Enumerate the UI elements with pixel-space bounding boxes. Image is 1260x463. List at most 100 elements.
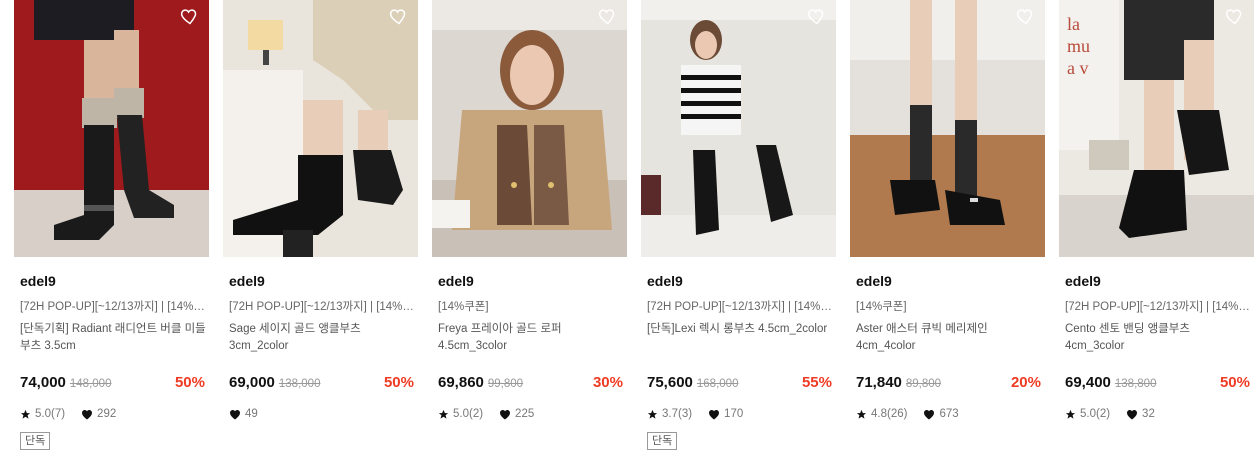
product-image[interactable] bbox=[641, 0, 836, 257]
wishlist-heart-icon[interactable] bbox=[807, 6, 827, 26]
likes-count: 292 bbox=[97, 408, 117, 420]
boots-photo bbox=[14, 0, 209, 257]
promo-text: [72H POP-UP][~12/13까지] | [14%쿠폰] bbox=[647, 301, 833, 313]
discount-rate: 50% bbox=[383, 374, 414, 391]
original-price: 138,800 bbox=[1114, 378, 1157, 390]
svg-text:la: la bbox=[1067, 14, 1080, 34]
product-image[interactable] bbox=[223, 0, 418, 257]
sale-price-value: 69,400 bbox=[1065, 374, 1111, 391]
original-price: 138,000 bbox=[278, 378, 321, 390]
sale-price: 75,600 168,000 bbox=[647, 374, 738, 391]
rating-value: 3.7(3) bbox=[662, 408, 693, 420]
heart-filled-icon bbox=[500, 409, 511, 419]
sale-price: 71,840 89,800 bbox=[856, 374, 941, 391]
product-image[interactable] bbox=[14, 0, 209, 257]
star-icon bbox=[20, 409, 31, 419]
long-boots-photo bbox=[641, 0, 836, 257]
product-grid: edel9 [72H POP-UP][~12/13까지] | [14%쿠폰] [… bbox=[0, 0, 1260, 463]
original-price: 148,000 bbox=[69, 378, 112, 390]
product-image[interactable] bbox=[432, 0, 627, 257]
sale-price-value: 69,000 bbox=[229, 374, 275, 391]
product-image[interactable]: la mu a v bbox=[1059, 0, 1254, 257]
ankle-boots-photo bbox=[223, 0, 418, 257]
sale-price-value: 71,840 bbox=[856, 374, 902, 391]
sale-price: 69,860 99,800 bbox=[438, 374, 523, 391]
wishlist-heart-icon[interactable] bbox=[180, 6, 200, 26]
exclusive-badge: 단독 bbox=[20, 432, 51, 450]
wishlist-heart-icon[interactable] bbox=[1016, 6, 1036, 26]
product-card[interactable]: la mu a v edel9 [72H POP-UP][~12/13까지] |… bbox=[1059, 0, 1254, 463]
product-name[interactable]: Sage 세이지 골드 앵클부츠 3cm_2color bbox=[229, 321, 415, 355]
product-card[interactable]: edel9 [72H POP-UP][~12/13까지] | [14%쿠폰] [… bbox=[641, 0, 836, 463]
likes-count: 225 bbox=[515, 408, 535, 420]
product-card[interactable]: edel9 [72H POP-UP][~12/13까지] | [14%쿠폰] S… bbox=[223, 0, 418, 463]
promo-text: [72H POP-UP][~12/13까지] | [14%쿠폰] bbox=[20, 301, 206, 313]
brand-name[interactable]: edel9 bbox=[229, 273, 265, 289]
heart-filled-icon bbox=[82, 409, 93, 419]
svg-text:a v: a v bbox=[1067, 58, 1089, 78]
brand-name[interactable]: edel9 bbox=[438, 273, 474, 289]
loafers-photo bbox=[432, 0, 627, 257]
heart-filled-icon bbox=[924, 409, 935, 419]
product-card[interactable]: edel9 [14%쿠폰] Aster 애스터 큐빅 메리제인 4cm_4col… bbox=[850, 0, 1045, 463]
promo-text: [72H POP-UP][~12/13까지] | [14%쿠폰] bbox=[1065, 301, 1251, 313]
product-name[interactable]: [단독기획] Radiant 래디언트 버클 미들부츠 3.5cm bbox=[20, 321, 206, 355]
rating-value: 5.0(2) bbox=[453, 408, 484, 420]
rating-value: 4.8(26) bbox=[871, 408, 908, 420]
mary-jane-photo bbox=[850, 0, 1045, 257]
sale-price: 69,000 138,000 bbox=[229, 374, 320, 391]
product-card[interactable]: edel9 [72H POP-UP][~12/13까지] | [14%쿠폰] [… bbox=[14, 0, 209, 463]
product-stats: 4.8(26) 673 bbox=[856, 408, 959, 420]
brand-name[interactable]: edel9 bbox=[856, 273, 892, 289]
discount-rate: 20% bbox=[1010, 374, 1041, 391]
star-icon bbox=[647, 409, 658, 419]
product-stats: 5.0(2) 225 bbox=[438, 408, 534, 420]
likes-count: 673 bbox=[939, 408, 959, 420]
product-stats: 49 bbox=[229, 408, 258, 420]
brand-name[interactable]: edel9 bbox=[647, 273, 683, 289]
original-price: 89,800 bbox=[905, 378, 942, 390]
original-price: 168,000 bbox=[696, 378, 739, 390]
likes-count: 170 bbox=[724, 408, 744, 420]
sale-price: 74,000 148,000 bbox=[20, 374, 111, 391]
product-name[interactable]: [단독]Lexi 렉시 롱부츠 4.5cm_2color bbox=[647, 321, 833, 338]
wishlist-heart-icon[interactable] bbox=[389, 6, 409, 26]
product-name[interactable]: Cento 센토 밴딩 앵클부츠 4cm_3color bbox=[1065, 321, 1251, 355]
likes-count: 49 bbox=[245, 408, 258, 420]
discount-rate: 55% bbox=[801, 374, 832, 391]
rating-value: 5.0(2) bbox=[1080, 408, 1111, 420]
original-price: 99,800 bbox=[487, 378, 524, 390]
heart-filled-icon bbox=[709, 409, 720, 419]
heart-filled-icon bbox=[230, 409, 240, 419]
discount-rate: 30% bbox=[592, 374, 623, 391]
brand-name[interactable]: edel9 bbox=[1065, 273, 1101, 289]
product-stats: 3.7(3) 170 bbox=[647, 408, 743, 420]
product-stats: 5.0(2) 32 bbox=[1065, 408, 1155, 420]
svg-text:mu: mu bbox=[1067, 36, 1090, 56]
product-card[interactable]: edel9 [14%쿠폰] Freya 프레이아 골드 로퍼 4.5cm_3co… bbox=[432, 0, 627, 463]
sale-price-value: 75,600 bbox=[647, 374, 693, 391]
star-icon bbox=[438, 409, 449, 419]
discount-rate: 50% bbox=[1219, 374, 1250, 391]
product-name[interactable]: Freya 프레이아 골드 로퍼 4.5cm_3color bbox=[438, 321, 624, 355]
star-icon bbox=[1065, 409, 1076, 419]
chelsea-boots-photo: la mu a v bbox=[1059, 0, 1254, 257]
promo-text: [72H POP-UP][~12/13까지] | [14%쿠폰] bbox=[229, 301, 415, 313]
exclusive-badge: 단독 bbox=[647, 432, 678, 450]
product-stats: 5.0(7) 292 bbox=[20, 408, 116, 420]
sale-price-value: 69,860 bbox=[438, 374, 484, 391]
sale-price-value: 74,000 bbox=[20, 374, 66, 391]
rating-value: 5.0(7) bbox=[35, 408, 66, 420]
wishlist-heart-icon[interactable] bbox=[598, 6, 618, 26]
brand-name[interactable]: edel9 bbox=[20, 273, 56, 289]
promo-text: [14%쿠폰] bbox=[856, 301, 907, 313]
heart-filled-icon bbox=[1127, 409, 1138, 419]
likes-count: 32 bbox=[1142, 408, 1155, 420]
product-image[interactable] bbox=[850, 0, 1045, 257]
discount-rate: 50% bbox=[174, 374, 205, 391]
wishlist-heart-icon[interactable] bbox=[1225, 6, 1245, 26]
product-name[interactable]: Aster 애스터 큐빅 메리제인 4cm_4color bbox=[856, 321, 1042, 355]
sale-price: 69,400 138,800 bbox=[1065, 374, 1156, 391]
star-icon bbox=[856, 409, 867, 419]
promo-text: [14%쿠폰] bbox=[438, 301, 489, 313]
